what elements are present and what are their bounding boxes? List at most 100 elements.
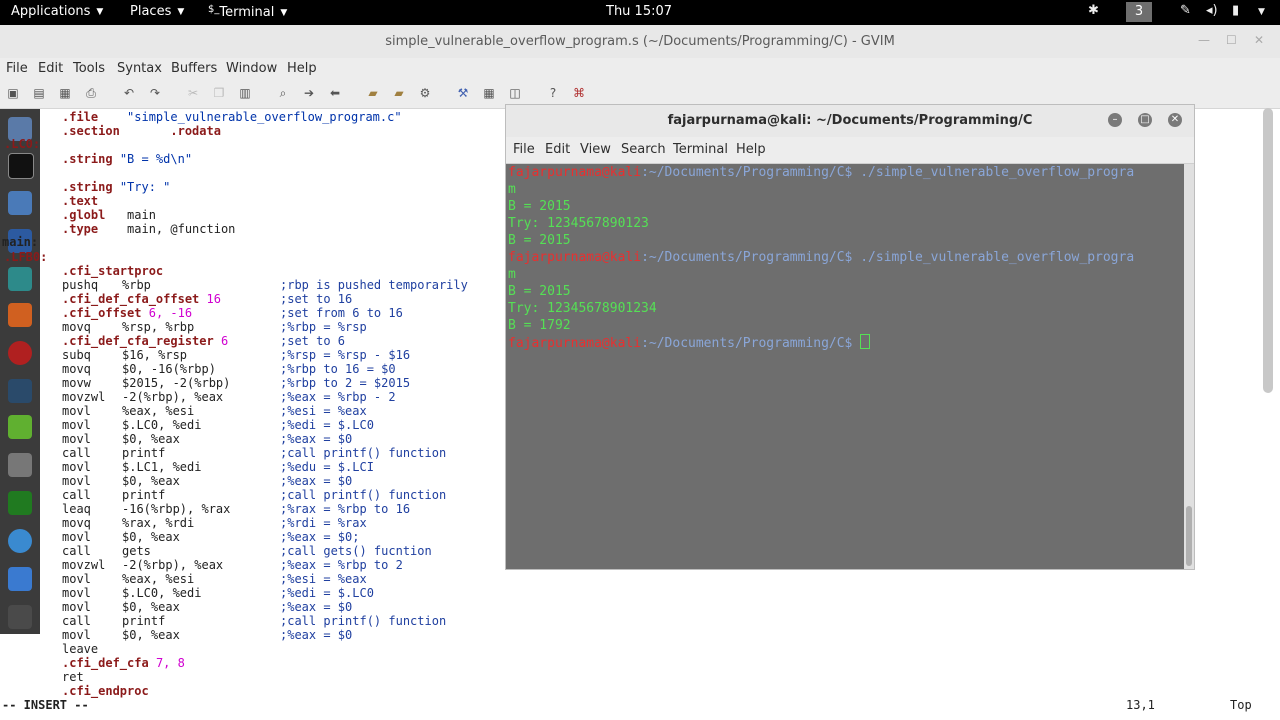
terminal-app-menu[interactable]: $_Terminal ▼ <box>208 4 287 20</box>
code-line: call printf ;call printf() function <box>62 614 447 628</box>
term-menu-search[interactable]: Search <box>621 142 666 157</box>
code-line: movl $0, %eax ;%eax = $0 <box>62 432 353 446</box>
label-lfb0: .LFB0: <box>4 250 48 264</box>
terminal-output[interactable]: fajarpurnama@kali:~/Documents/Programmin… <box>506 164 1184 569</box>
print-icon[interactable]: ⎙ <box>84 86 98 100</box>
leafpad-icon[interactable] <box>8 415 32 439</box>
close-icon[interactable]: ✕ <box>1254 33 1264 47</box>
save-session2-icon[interactable]: ▰ <box>392 86 406 100</box>
term-menu-help[interactable]: Help <box>736 142 766 157</box>
terminal-scroll-thumb[interactable] <box>1186 506 1192 566</box>
system-menu-chevron-icon[interactable]: ▼ <box>1258 7 1265 17</box>
make-icon[interactable]: ⚒ <box>456 86 470 100</box>
workspace-indicator[interactable]: 3 <box>1126 2 1152 22</box>
terminal-dock-icon[interactable] <box>8 153 34 179</box>
load-session-icon[interactable]: ▰ <box>366 86 380 100</box>
save-session-icon[interactable]: ▤ <box>32 86 46 100</box>
code-line: .globl main <box>62 208 156 222</box>
chevron-down-icon: ▼ <box>177 7 185 17</box>
vim-mode: -- INSERT -- <box>2 698 89 712</box>
help-icon[interactable]: ? <box>546 86 560 100</box>
copy-icon[interactable]: ❐ <box>212 86 226 100</box>
save-icon[interactable]: ▦ <box>58 86 72 100</box>
code-line: pushq %rbp ;rbp is pushed temporarily <box>62 278 468 292</box>
vim-icon[interactable] <box>8 491 32 515</box>
shell-icon[interactable]: ◫ <box>508 86 522 100</box>
find-icon[interactable]: ⌕ <box>276 86 290 100</box>
terminal-icon: $_ <box>208 4 220 15</box>
chevron-down-icon: ▼ <box>280 8 288 18</box>
places-menu[interactable]: Places ▼ <box>130 4 184 19</box>
code-line: subq $16, %rsp ;%rsp = %rsp - $16 <box>62 348 411 362</box>
places-label: Places <box>130 4 172 19</box>
volume-icon[interactable]: ◂) <box>1206 3 1218 18</box>
terminal-scrollbar[interactable] <box>1184 164 1194 569</box>
files-icon[interactable] <box>8 191 32 215</box>
maximize-icon[interactable]: □ <box>1138 113 1152 127</box>
menu-file[interactable]: File <box>6 61 28 76</box>
term-menu-view[interactable]: View <box>580 142 611 157</box>
armitage-icon[interactable] <box>8 267 32 291</box>
search-help-icon[interactable]: ⌘ <box>572 86 586 100</box>
code-line: movl %eax, %esi ;%esi = %eax <box>62 404 367 418</box>
minimize-icon[interactable]: — <box>1198 33 1210 47</box>
code-line: movq %rsp, %rbp ;%rbp = %rsp <box>62 320 367 334</box>
gvim-scrollbar[interactable] <box>1263 108 1273 393</box>
clock[interactable]: Thu 15:07 <box>606 4 672 19</box>
term-menu-file[interactable]: File <box>513 142 535 157</box>
maximize-icon[interactable]: ☐ <box>1226 33 1237 47</box>
pen-icon[interactable]: ✎ <box>1180 3 1191 18</box>
terminal-line: B = 2015 <box>508 199 571 214</box>
code-line: call printf ;call printf() function <box>62 488 447 502</box>
menu-buffers[interactable]: Buffers <box>171 61 217 76</box>
code-line: .cfi_startproc <box>62 264 164 278</box>
menu-tools[interactable]: Tools <box>73 61 105 76</box>
run-icon[interactable]: ⚙ <box>418 86 432 100</box>
terminal-titlebar: fajarpurnama@kali: ~/Documents/Programmi… <box>506 105 1194 137</box>
applications-menu[interactable]: Applications ▼ <box>11 4 103 19</box>
settings-tray-icon[interactable]: ✱ <box>1088 3 1099 18</box>
show-apps-icon[interactable] <box>8 605 32 629</box>
code-line: .file "simple_vulnerable_overflow_progra… <box>62 110 402 124</box>
find-next-icon[interactable]: ➔ <box>302 86 316 100</box>
code-line: leaq -16(%rbp), %rax ;%rax = %rbp to 16 <box>62 502 411 516</box>
dock <box>0 109 40 634</box>
terminal-label: Terminal <box>219 5 275 20</box>
document-viewer-icon[interactable] <box>8 567 32 591</box>
gvim-window-title: simple_vulnerable_overflow_program.s (~/… <box>385 34 895 49</box>
gvim-titlebar: simple_vulnerable_overflow_program.s (~/… <box>0 25 1280 59</box>
code-line: leave <box>62 642 99 656</box>
tag-icon[interactable]: ▦ <box>482 86 496 100</box>
undo-icon[interactable]: ↶ <box>122 86 136 100</box>
term-menu-terminal[interactable]: Terminal <box>673 142 728 157</box>
code-line: movq %rax, %rdi ;%rdi = %rax <box>62 516 367 530</box>
minimize-icon[interactable]: – <box>1108 113 1122 127</box>
paste-icon[interactable]: ▥ <box>238 86 252 100</box>
code-line: movl $0, %eax ;%eax = $0 <box>62 600 353 614</box>
term-menu-edit[interactable]: Edit <box>545 142 570 157</box>
menu-syntax[interactable]: Syntax <box>117 61 162 76</box>
cursor-position: 13,1 <box>1126 698 1155 712</box>
terminal-line: B = 2015 <box>508 233 571 248</box>
terminal-window: fajarpurnama@kali: ~/Documents/Programmi… <box>505 104 1195 570</box>
terminal-line: m <box>508 267 516 282</box>
cut-icon[interactable]: ✂ <box>186 86 200 100</box>
close-icon[interactable]: ✕ <box>1168 113 1182 127</box>
open-icon[interactable]: ▣ <box>6 86 20 100</box>
code-line: call printf ;call printf() function <box>62 446 447 460</box>
code-line: .cfi_def_cfa_offset 16 ;set to 16 <box>62 292 353 306</box>
maltego-icon[interactable] <box>8 379 32 403</box>
battery-icon[interactable]: ▮ <box>1232 3 1239 18</box>
faraday-icon[interactable] <box>8 341 32 365</box>
redo-icon[interactable]: ↷ <box>148 86 162 100</box>
find-prev-icon[interactable]: ⬅ <box>328 86 342 100</box>
menu-edit[interactable]: Edit <box>38 61 63 76</box>
chrome-icon[interactable] <box>8 529 32 553</box>
menu-window[interactable]: Window <box>226 61 277 76</box>
screenshot-icon[interactable] <box>8 453 32 477</box>
menu-help[interactable]: Help <box>287 61 317 76</box>
burpsuite-icon[interactable] <box>8 303 32 327</box>
terminal-line: B = 1792 <box>508 318 571 333</box>
applications-label: Applications <box>11 4 91 19</box>
top-panel: Applications ▼ Places ▼ $_Terminal ▼ Thu 15… <box>0 0 1280 25</box>
